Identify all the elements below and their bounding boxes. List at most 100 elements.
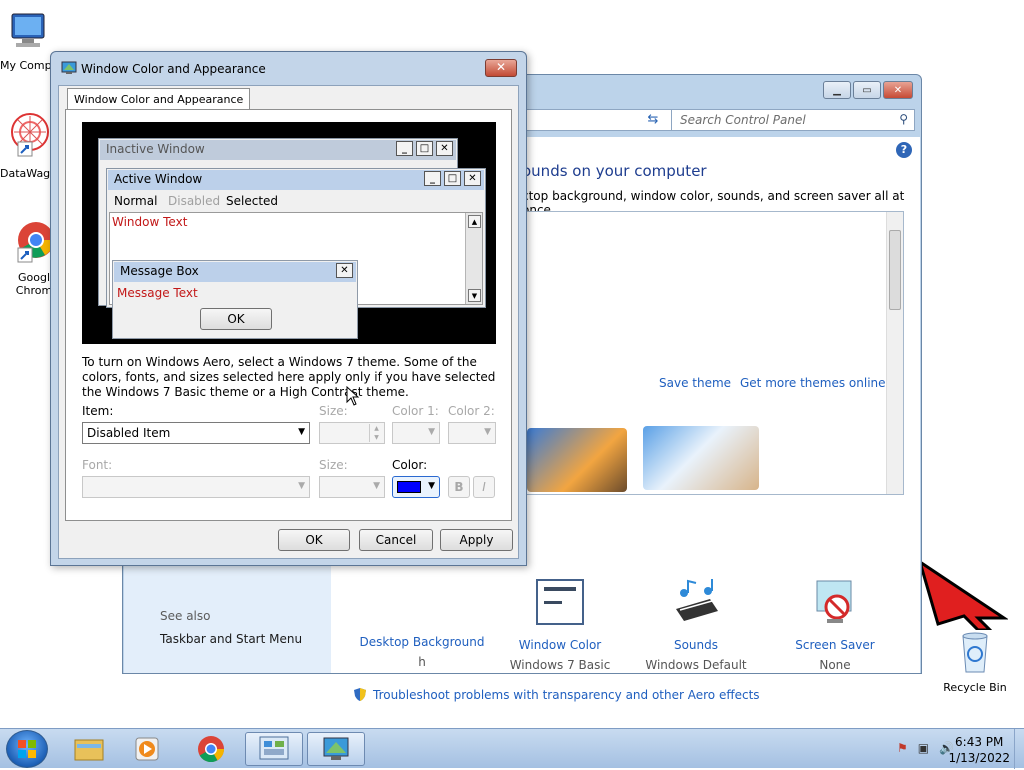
close-icon: ✕ [464,171,481,186]
spin-arrows-icon[interactable]: ▲ ▼ [369,424,383,442]
message-box-buttons: ✕ [336,263,353,278]
window-color-value: Windows 7 Basic [509,658,611,672]
troubleshoot-row[interactable]: Troubleshoot problems with transparency … [353,687,760,702]
theme-thumbnail[interactable] [527,428,627,492]
menu-normal: Normal [114,194,158,208]
taskbar-media-player[interactable] [118,732,176,766]
start-button[interactable] [6,730,48,768]
chevron-down-icon: ▼ [298,481,305,491]
window-color-item[interactable]: Window Color Windows 7 Basic [490,579,630,672]
sounds-title: Sounds [673,638,719,652]
desktop-background-item[interactable]: Desktop Background h [352,579,492,669]
font-label: Font: [82,458,113,472]
dialog-title: Window Color and Appearance [81,62,266,76]
desktop-icon-google-chrome[interactable]: Googl Chrom [0,214,56,297]
search-input[interactable]: Search Control Panel ⚲ [671,109,915,131]
desktop-icon-label: My Comp [0,59,52,72]
color-swatch [397,481,421,493]
screen-saver-title: Screen Saver [795,638,875,652]
item-select[interactable]: Disabled Item ▼ [82,422,310,444]
color2-select[interactable]: ▼ [448,422,496,444]
desktop-background-title: Desktop Background [359,635,485,649]
save-theme-link[interactable]: Save theme [659,376,731,390]
action-center-icon[interactable]: ⚑ [897,741,908,755]
music-note-icon [676,579,718,621]
taskbar-window-color[interactable] [307,732,365,766]
pointer-arrow-graphic [918,560,1008,630]
desktop-icon-datawag[interactable]: DataWag [0,110,56,180]
message-box-title: Message Box [114,262,356,282]
close-button[interactable]: ✕ [883,81,913,99]
help-icon[interactable]: ? [896,142,912,158]
clock[interactable]: 6:43 PM 1/13/2022 [948,734,1010,766]
taskbar-control-panel[interactable] [245,732,303,766]
window-color-appearance-dialog: Window Color and Appearance ✕ Window Col… [50,51,527,566]
network-icon[interactable]: ▣ [918,741,929,755]
preview-menu-bar: Normal Disabled Selected [108,192,484,210]
preview-scrollbar: ▲ ▼ [465,213,482,304]
item-select-value: Disabled Item [87,426,171,440]
apply-button[interactable]: Apply [440,529,513,551]
font-color-picker[interactable]: ▼ [392,476,440,498]
taskbar-explorer[interactable] [60,732,118,766]
recycle-bin-icon [962,632,988,673]
font-select[interactable]: ▼ [82,476,310,498]
search-icon[interactable]: ⚲ [899,112,908,126]
themes-list[interactable]: Save theme Get more themes online [522,211,904,495]
font-size-select[interactable]: ▼ [319,476,385,498]
screen-saver-item[interactable]: Screen Saver None [765,579,905,672]
dialog-close-button[interactable]: ✕ [485,59,517,77]
menu-selected: Selected [226,194,279,208]
color1-select[interactable]: ▼ [392,422,440,444]
chevron-down-icon: ▼ [298,427,305,437]
chrome-icon [198,736,225,763]
appearance-preview[interactable]: Inactive Window _ □ ✕ Active Window _ □ … [82,122,496,344]
tab-panel: Inactive Window _ □ ✕ Active Window _ □ … [65,109,512,521]
maximize-button[interactable]: ▭ [853,81,881,99]
troubleshoot-link[interactable]: Troubleshoot problems with transparency … [373,688,760,702]
cancel-button[interactable]: Cancel [359,529,433,551]
window-color-icon [536,579,584,625]
menu-disabled: Disabled [168,194,221,208]
show-desktop-button[interactable] [1014,729,1024,769]
window-caption-buttons: ▁ ▭ ✕ [823,81,913,99]
theme-thumbnail[interactable] [643,426,759,490]
taskbar-start-menu-link[interactable]: Taskbar and Start Menu [160,632,302,646]
minimize-button[interactable]: ▁ [823,81,851,99]
datawag-icon [11,113,49,157]
desktop-icon-label: Googl Chrom [15,271,53,297]
message-text-sample: Message Text [117,286,198,300]
size-stepper[interactable]: ▲ ▼ [319,422,385,444]
size-label: Size: [319,404,348,418]
control-panel-icon [259,736,289,760]
color2-label: Color 2: [448,404,495,418]
refresh-icon[interactable]: ⇆ [641,109,665,131]
desktop-icon-my-computer[interactable]: My Comp [0,10,56,72]
color-label: Color: [392,458,428,472]
monitor-icon [61,61,77,74]
computer-icon [11,13,45,47]
window-color-title: Window Color [518,638,602,652]
ok-button[interactable]: OK [278,529,350,551]
media-player-icon [135,737,159,761]
aero-info-text: To turn on Windows Aero, select a Window… [82,355,496,399]
themes-scrollbar[interactable] [886,212,903,494]
close-icon: ✕ [336,263,353,278]
desktop-icon-recycle-bin[interactable]: Recycle Bin [936,630,1014,694]
italic-button[interactable]: I [473,476,495,498]
tab-window-color-appearance[interactable]: Window Color and Appearance [67,88,251,110]
system-tray: ⚑ ▣ 🔊 [897,741,954,755]
sounds-item[interactable]: Sounds Windows Default [626,579,766,672]
windows-logo-icon [18,740,36,758]
bold-button[interactable]: B [448,476,470,498]
scroll-down-icon: ▼ [468,289,481,302]
shield-icon [354,688,366,701]
scroll-up-icon: ▲ [468,215,481,228]
chevron-down-icon: ▼ [428,427,435,437]
chrome-icon [17,222,54,263]
minimize-icon: _ [396,141,413,156]
get-more-themes-link[interactable]: Get more themes online [740,376,886,390]
window-text-sample: Window Text [112,215,188,229]
search-placeholder: Search Control Panel [680,113,806,127]
taskbar-chrome[interactable] [182,732,240,766]
